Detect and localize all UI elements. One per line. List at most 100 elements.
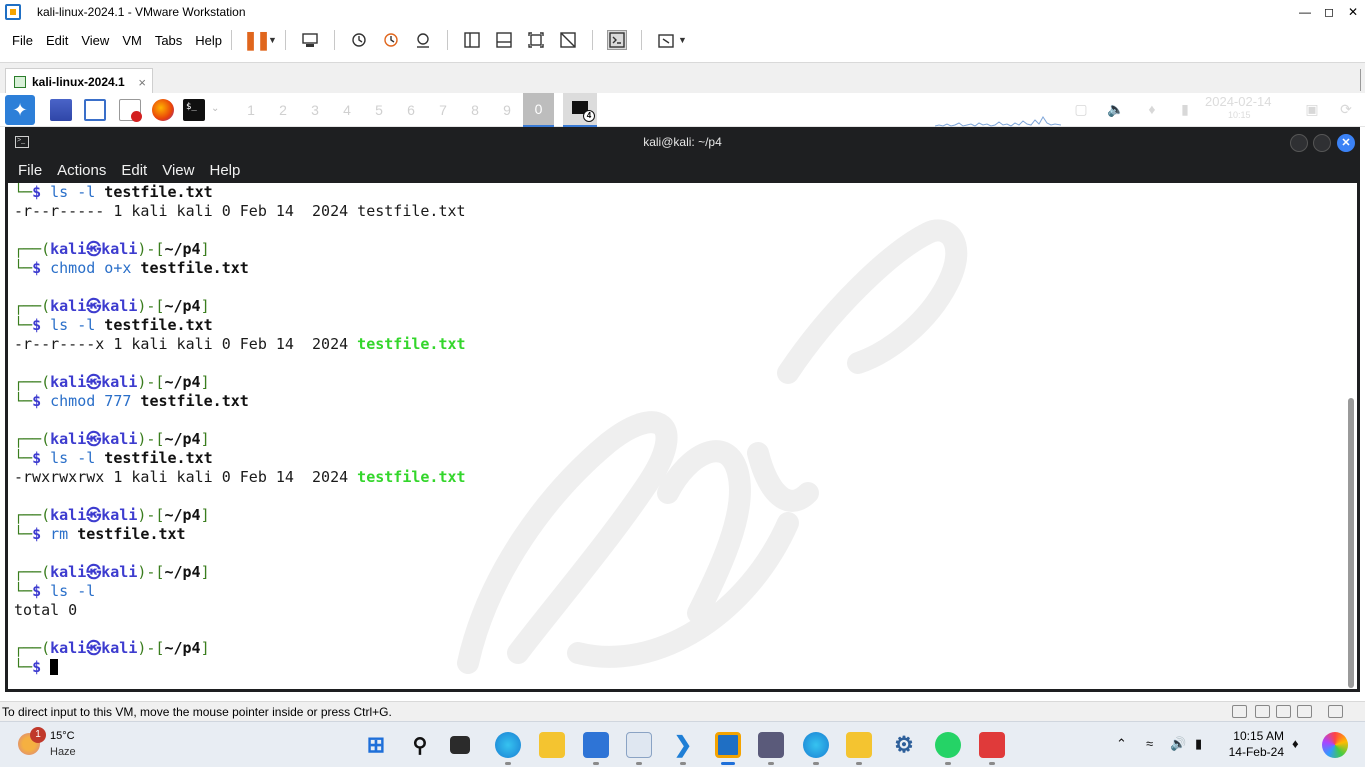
minimize-icon[interactable] xyxy=(1290,134,1308,152)
prompt-bracket: ] xyxy=(200,297,210,315)
volume-icon[interactable]: 🔈 xyxy=(1107,101,1125,119)
close-icon[interactable]: ✕ xyxy=(1337,134,1355,152)
vm-tab[interactable]: kali-linux-2024.1 × xyxy=(5,68,153,95)
wifi-icon[interactable]: ≈ xyxy=(1146,736,1153,751)
network-adapter-icon[interactable] xyxy=(1255,705,1270,718)
workspace-6[interactable]: 6 xyxy=(403,102,419,118)
toolbar-divider xyxy=(333,30,335,50)
chevron-down-icon[interactable]: ▼ xyxy=(268,35,277,45)
panel-date[interactable]: 2024-02-14 xyxy=(1205,94,1272,109)
prompt-corner: └─ xyxy=(14,582,33,600)
tab-close-icon[interactable]: × xyxy=(138,75,146,90)
vmware-titlebar: kali-linux-2024.1 - VMware Workstation —… xyxy=(0,0,1365,24)
pause-icon[interactable]: ❚❚ xyxy=(243,30,271,50)
chevron-down-icon[interactable]: ⌄ xyxy=(211,103,219,114)
lock-icon[interactable]: ▣ xyxy=(1303,101,1321,119)
menu-help[interactable]: Help xyxy=(195,33,222,48)
terminal-line: └─$ rm testfile.txt xyxy=(14,525,466,544)
snapshot-icon[interactable] xyxy=(349,30,369,50)
stretch-guest-icon[interactable] xyxy=(656,30,676,50)
store-icon[interactable] xyxy=(583,732,609,758)
search-icon[interactable]: ⚲ xyxy=(407,732,433,758)
send-ctrl-alt-del-icon[interactable] xyxy=(300,30,320,50)
terminal-output[interactable]: └─$ ls -l testfile.txt -r--r----- 1 kali … xyxy=(5,183,1360,692)
notification-bell-icon[interactable]: ♦ xyxy=(1292,736,1299,751)
workspace-8[interactable]: 8 xyxy=(467,102,483,118)
full-screen-icon[interactable] xyxy=(526,30,546,50)
terminal-menu-edit[interactable]: Edit xyxy=(121,162,147,179)
file-manager-icon[interactable] xyxy=(84,99,106,121)
sidebar-toggle-icon[interactable] xyxy=(462,30,482,50)
vmware-icon[interactable] xyxy=(715,732,741,758)
menu-tabs[interactable]: Tabs xyxy=(155,33,182,48)
taskbar-terminal-window[interactable]: 4 xyxy=(563,93,597,127)
command-argument: testfile.txt xyxy=(95,316,213,334)
menu-edit[interactable]: Edit xyxy=(46,33,68,48)
snapshot-manager-icon[interactable] xyxy=(413,30,433,50)
workspace-active[interactable]: 0 xyxy=(523,93,554,127)
clock-time[interactable]: 10:15 AM xyxy=(1228,729,1284,743)
panel-time[interactable]: 10:15 xyxy=(1228,110,1251,120)
start-icon[interactable]: ⊞ xyxy=(363,732,389,758)
vscode-icon[interactable]: ❯ xyxy=(670,732,696,758)
hard-disk-icon[interactable] xyxy=(1232,705,1247,718)
terminal-launcher-icon[interactable]: $_ xyxy=(183,99,205,121)
chevron-up-icon[interactable]: ⌃ xyxy=(1116,736,1127,752)
close-icon[interactable]: ✕ xyxy=(1341,0,1365,24)
chevron-down-icon[interactable]: ▼ xyxy=(678,35,687,45)
file-explorer-icon[interactable] xyxy=(539,732,565,758)
edge-profile-icon[interactable] xyxy=(803,732,829,758)
display-icon[interactable]: ▢ xyxy=(1072,101,1090,119)
weather-temperature[interactable]: 15°C xyxy=(50,730,75,742)
printer-icon[interactable] xyxy=(1297,705,1312,718)
settings-gear-icon[interactable]: ⚙ xyxy=(891,732,917,758)
thumbnail-bar-icon[interactable] xyxy=(494,30,514,50)
command-argument: testfile.txt xyxy=(131,392,249,410)
photos-icon[interactable] xyxy=(626,732,652,758)
minimize-icon[interactable]: — xyxy=(1293,0,1317,24)
sound-card-icon[interactable] xyxy=(1276,705,1291,718)
workspace-9[interactable]: 9 xyxy=(499,102,515,118)
workspace-7[interactable]: 7 xyxy=(435,102,451,118)
battery-icon[interactable]: ▮ xyxy=(1195,736,1202,752)
terminal-menu-file[interactable]: File xyxy=(18,162,42,179)
maximize-icon[interactable] xyxy=(1313,134,1331,152)
prompt-bracket: ] xyxy=(200,373,210,391)
maximize-icon[interactable]: ◻ xyxy=(1317,0,1341,24)
logout-icon[interactable]: ⟳ xyxy=(1337,101,1355,119)
console-view-icon[interactable] xyxy=(606,30,627,50)
unity-mode-icon[interactable] xyxy=(558,30,578,50)
workspace-1[interactable]: 1 xyxy=(243,102,259,118)
weather-condition[interactable]: Haze xyxy=(50,746,76,758)
workspace-2[interactable]: 2 xyxy=(275,102,291,118)
paint-icon[interactable] xyxy=(758,732,784,758)
workspace-3[interactable]: 3 xyxy=(307,102,323,118)
revert-snapshot-icon[interactable] xyxy=(381,30,401,50)
show-desktop-icon[interactable] xyxy=(50,99,72,121)
edge-icon[interactable] xyxy=(495,732,521,758)
terminal-menu-help[interactable]: Help xyxy=(209,162,240,179)
command-text: chmod 777 xyxy=(41,392,132,410)
notification-bell-icon[interactable]: ♦ xyxy=(1143,101,1161,119)
workspace-5[interactable]: 5 xyxy=(371,102,387,118)
menu-view[interactable]: View xyxy=(81,33,109,48)
terminal-menu-actions[interactable]: Actions xyxy=(57,162,106,179)
battery-icon[interactable]: ▮ xyxy=(1176,101,1194,119)
terminal-menu-view[interactable]: View xyxy=(162,162,194,179)
firefox-icon[interactable] xyxy=(152,99,174,121)
search-files-icon[interactable] xyxy=(846,732,872,758)
task-view-icon[interactable] xyxy=(450,736,470,754)
menu-vm[interactable]: VM xyxy=(122,33,142,48)
volume-icon[interactable]: 🔊 xyxy=(1170,736,1186,752)
terminal-scrollbar[interactable] xyxy=(1348,398,1354,688)
message-log-icon[interactable] xyxy=(1328,705,1343,718)
copilot-icon[interactable] xyxy=(1322,732,1348,758)
whatsapp-icon[interactable] xyxy=(935,732,961,758)
workspace-4[interactable]: 4 xyxy=(339,102,355,118)
anydesk-icon[interactable] xyxy=(979,732,1005,758)
clock-date[interactable]: 14-Feb-24 xyxy=(1228,745,1284,759)
kali-menu-icon[interactable]: ✦ xyxy=(5,95,35,125)
running-indicator xyxy=(813,762,819,765)
command-text: ls -l xyxy=(41,582,96,600)
menu-file[interactable]: File xyxy=(12,33,33,48)
